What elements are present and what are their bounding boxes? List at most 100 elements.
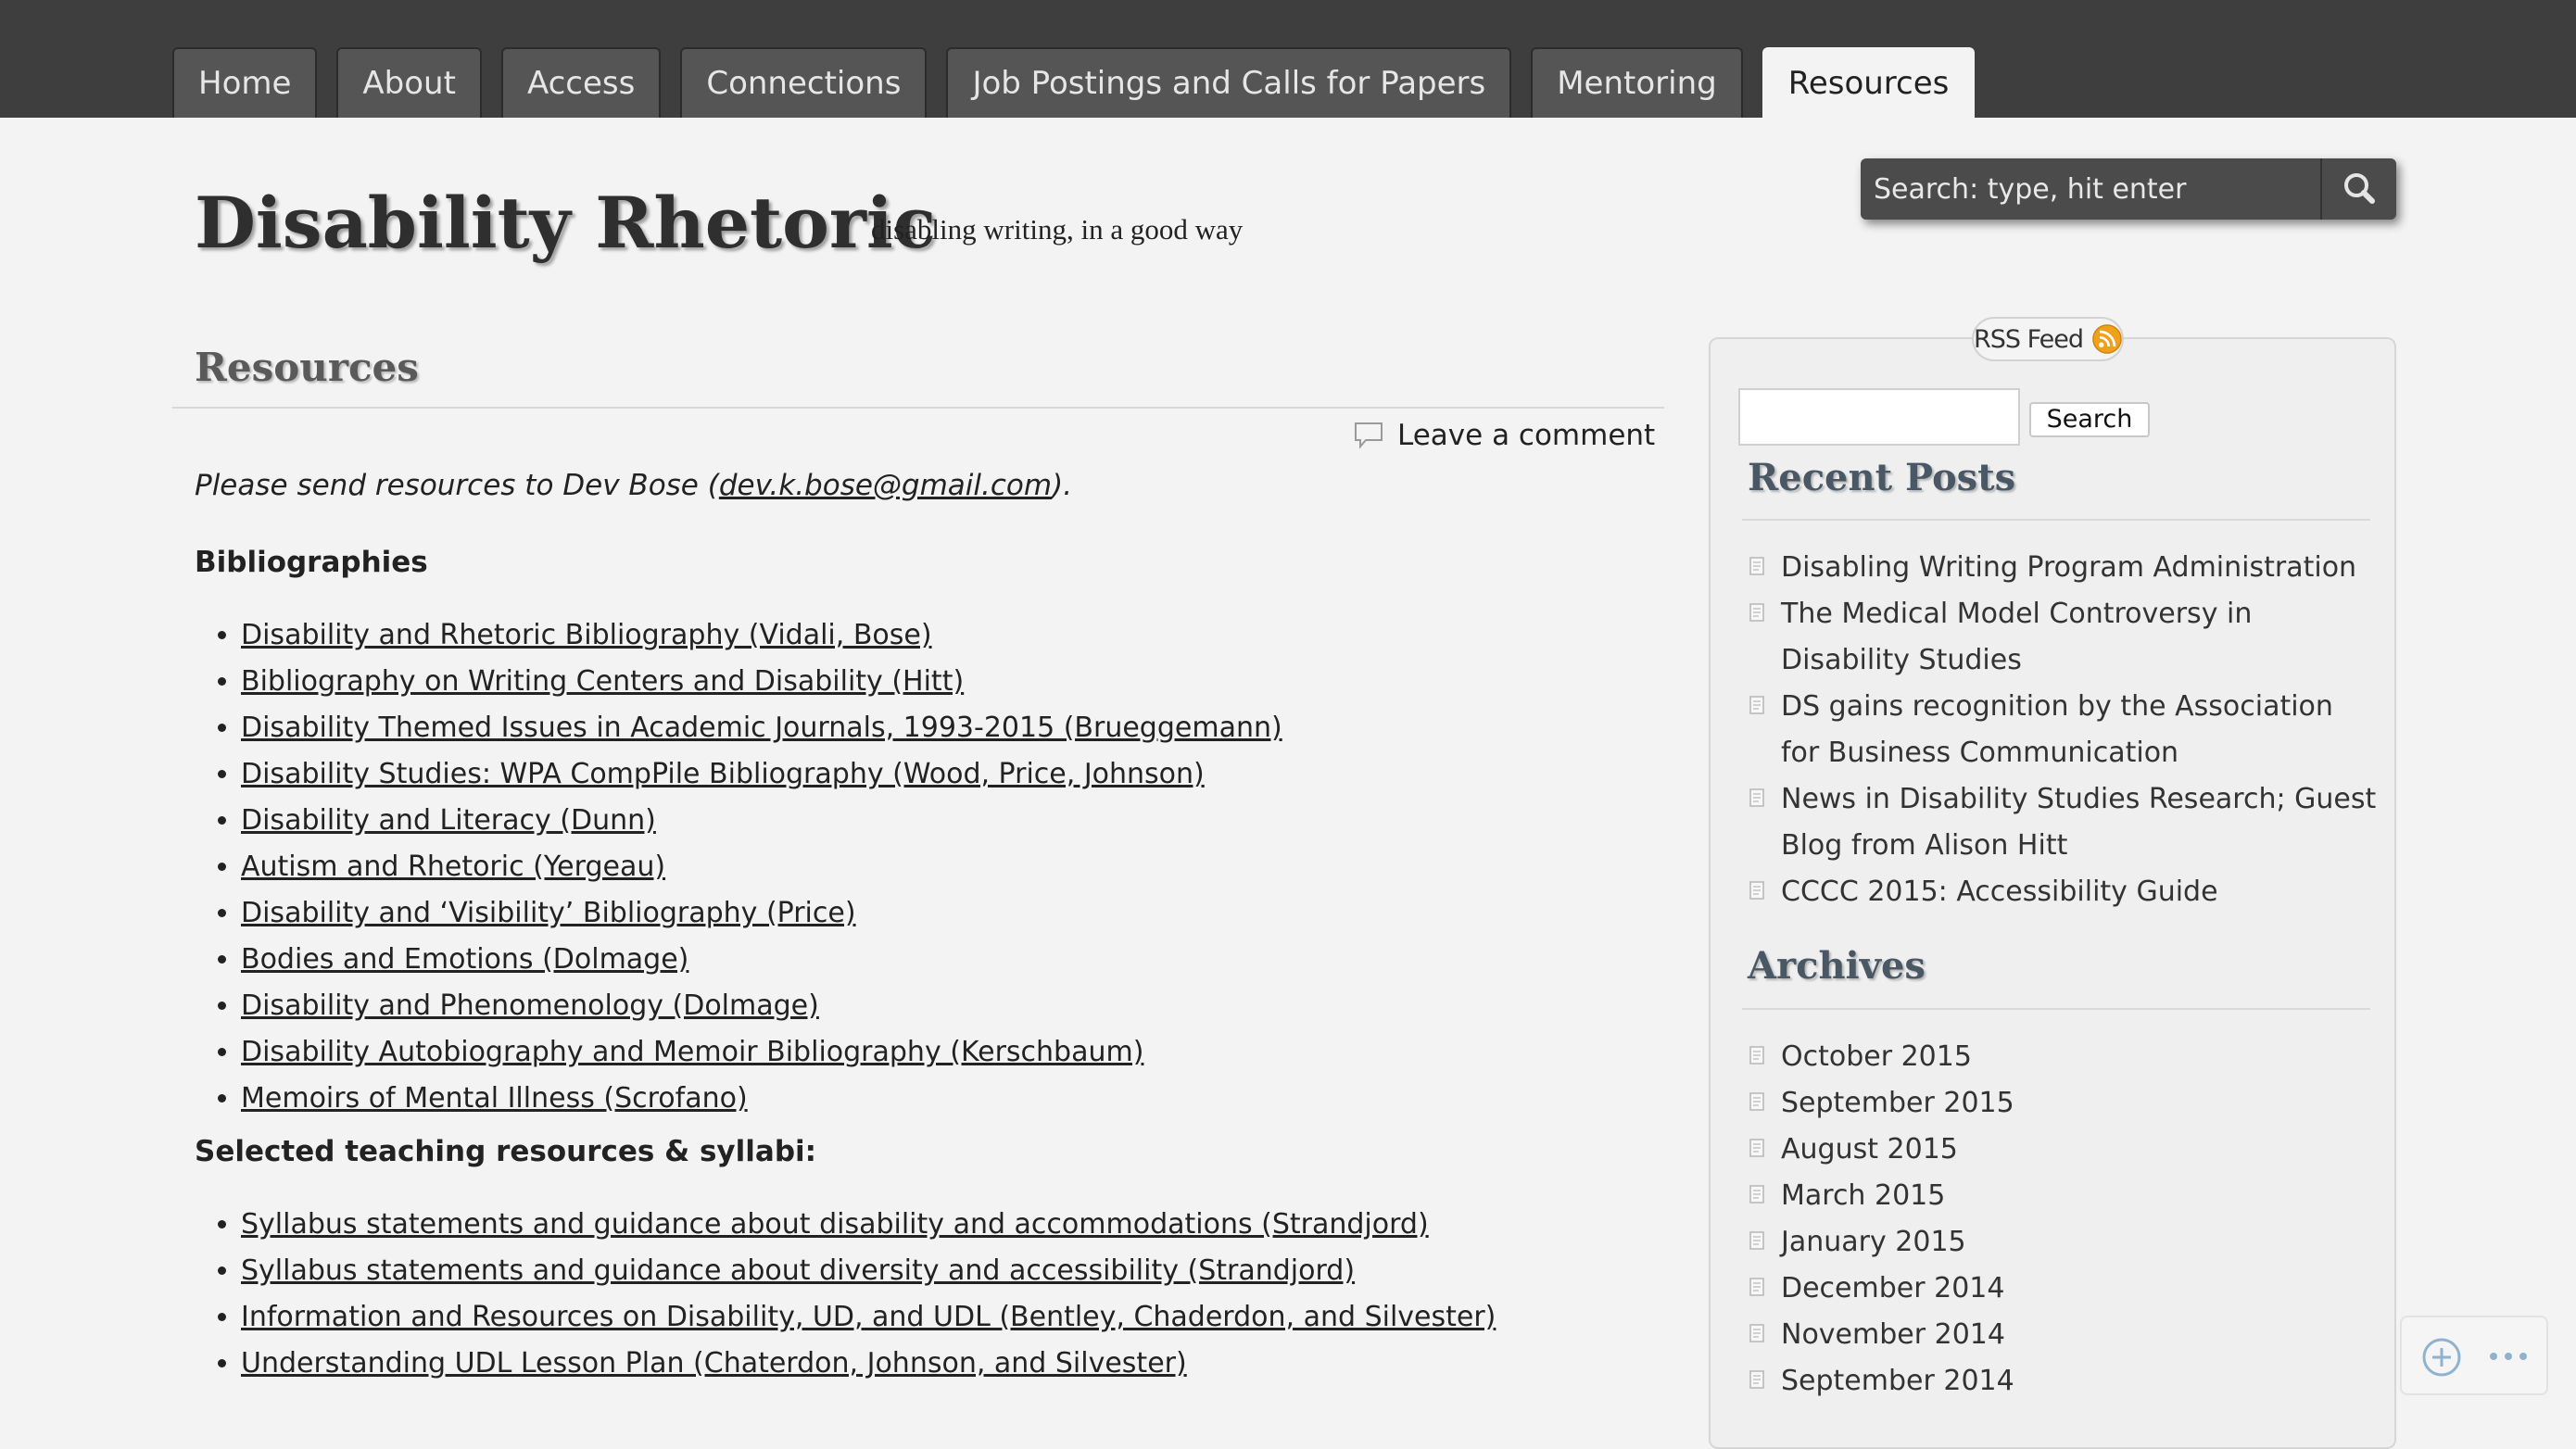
archive-month-link[interactable]: January 2015 [1781, 1226, 1966, 1258]
list-item: March 2015 [1748, 1173, 2378, 1219]
document-bullet-icon [1749, 881, 1764, 900]
document-bullet-icon [1749, 696, 1764, 714]
sidebar-search-input[interactable] [1738, 388, 2020, 446]
teaching-resource-link[interactable]: Syllabus statements and guidance about d… [241, 1208, 1429, 1241]
list-item: Bodies and Emotions (Dolmage) [241, 937, 1640, 983]
site-title[interactable]: Disability Rhetoric [195, 182, 936, 264]
teaching-resource-link[interactable]: Syllabus statements and guidance about d… [241, 1254, 1355, 1287]
tab-job-postings[interactable]: Job Postings and Calls for Papers [946, 47, 1512, 118]
recent-post-link[interactable]: Disabling Writing Program Administration [1781, 551, 2356, 584]
recent-posts-title: Recent Posts [1748, 456, 2016, 499]
list-item: The Medical Model Controversy in Disabil… [1748, 591, 2378, 684]
bibliography-link[interactable]: Disability Autobiography and Memoir Bibl… [241, 1036, 1143, 1068]
page-content: Please send resources to Dev Bose (dev.k… [195, 463, 1640, 1387]
tab-about[interactable]: About [336, 47, 482, 118]
tab-connections[interactable]: Connections [680, 47, 928, 118]
intro-prefix: Please send resources to Dev Bose ( [195, 469, 719, 502]
site-tagline: disabling writing, in a good way [871, 213, 1244, 246]
list-item: Bibliography on Writing Centers and Disa… [241, 659, 1640, 705]
bibliographies-heading: Bibliographies [195, 546, 428, 579]
bibliography-link[interactable]: Disability and Rhetoric Bibliography (Vi… [241, 619, 932, 651]
teaching-resource-link[interactable]: Information and Resources on Disability,… [241, 1301, 1496, 1333]
rss-feed-link[interactable]: RSS Feed [1972, 317, 2124, 361]
list-item: Disability and Phenomenology (Dolmage) [241, 983, 1640, 1029]
list-item: Disability Studies: WPA CompPile Bibliog… [241, 751, 1640, 798]
tab-resources[interactable]: Resources [1762, 47, 1976, 118]
document-bullet-icon [1749, 1046, 1764, 1065]
recent-post-link[interactable]: CCCC 2015: Accessibility Guide [1781, 876, 2218, 908]
tab-home[interactable]: Home [172, 47, 318, 118]
archive-month-link[interactable]: September 2015 [1781, 1087, 2014, 1119]
bibliography-link[interactable]: Disability Studies: WPA CompPile Bibliog… [241, 758, 1205, 790]
header-search-button[interactable] [2320, 158, 2396, 220]
bibliography-link[interactable]: Bibliography on Writing Centers and Disa… [241, 665, 964, 698]
bibliography-link[interactable]: Bodies and Emotions (Dolmage) [241, 943, 688, 976]
bibliography-link[interactable]: Autism and Rhetoric (Yergeau) [241, 850, 665, 883]
bibliography-link[interactable]: Disability and ‘Visibility’ Bibliography… [241, 897, 856, 929]
floating-action-bar [2400, 1316, 2548, 1395]
more-options-icon[interactable] [2485, 1338, 2532, 1375]
archive-month-link[interactable]: August 2015 [1781, 1133, 1958, 1166]
list-item: December 2014 [1748, 1266, 2378, 1312]
archive-month-link[interactable]: September 2014 [1781, 1365, 2014, 1397]
comment-bubble-icon [1355, 422, 1383, 449]
list-item: Disability Autobiography and Memoir Bibl… [241, 1029, 1640, 1076]
tab-access[interactable]: Access [500, 47, 662, 118]
document-bullet-icon [1749, 1370, 1764, 1389]
recent-post-link[interactable]: The Medical Model Controversy in Disabil… [1781, 598, 2252, 676]
leave-comment-label: Leave a comment [1397, 419, 1656, 452]
list-item: Disabling Writing Program Administration [1748, 545, 2378, 591]
document-bullet-icon [1749, 788, 1764, 807]
contact-email-link[interactable]: dev.k.bose@gmail.com [719, 469, 1052, 502]
list-item: Disability and ‘Visibility’ Bibliography… [241, 890, 1640, 937]
document-bullet-icon [1749, 1278, 1764, 1296]
recent-post-link[interactable]: DS gains recognition by the Association … [1781, 690, 2333, 769]
title-divider [172, 407, 1664, 409]
add-circle-icon[interactable] [2420, 1336, 2463, 1379]
document-bullet-icon [1749, 1324, 1764, 1342]
list-item: Disability and Literacy (Dunn) [241, 798, 1640, 844]
teaching-resource-link[interactable]: Understanding UDL Lesson Plan (Chaterdon… [241, 1347, 1187, 1380]
list-item: News in Disability Studies Research; Gue… [1748, 776, 2378, 869]
recent-posts-list: Disabling Writing Program Administration… [1748, 545, 2378, 915]
rss-icon [2092, 324, 2122, 354]
archives-title: Archives [1748, 944, 1926, 988]
leave-comment-link[interactable]: Leave a comment [1353, 417, 1655, 454]
list-item: October 2015 [1748, 1034, 2378, 1080]
bibliography-link[interactable]: Disability and Phenomenology (Dolmage) [241, 989, 819, 1022]
header-search-box [1861, 158, 2396, 220]
archive-month-link[interactable]: March 2015 [1781, 1179, 1945, 1212]
page-title: Resources [195, 345, 419, 390]
list-item: August 2015 [1748, 1127, 2378, 1173]
recent-post-link[interactable]: News in Disability Studies Research; Gue… [1781, 783, 2376, 862]
document-bullet-icon [1749, 1139, 1764, 1157]
list-item: January 2015 [1748, 1219, 2378, 1266]
tab-mentoring[interactable]: Mentoring [1531, 47, 1743, 118]
bibliography-link[interactable]: Disability Themed Issues in Academic Jou… [241, 712, 1282, 744]
recent-posts-divider [1742, 519, 2370, 521]
archive-month-link[interactable]: November 2014 [1781, 1318, 2005, 1351]
main-nav: Home About Access Connections Job Postin… [172, 47, 1994, 118]
intro-text: Please send resources to Dev Bose (dev.k… [195, 463, 1640, 508]
archive-month-link[interactable]: October 2015 [1781, 1040, 1972, 1073]
header-search-input[interactable] [1861, 158, 2320, 220]
rss-feed-label: RSS Feed [1974, 324, 2084, 354]
document-bullet-icon [1749, 1231, 1764, 1250]
search-icon [2344, 173, 2375, 204]
list-item: Syllabus statements and guidance about d… [241, 1202, 1640, 1248]
sidebar-search-button[interactable]: Search [2029, 402, 2150, 437]
teaching-resources-heading: Selected teaching resources & syllabi: [195, 1135, 817, 1168]
list-item: Autism and Rhetoric (Yergeau) [241, 844, 1640, 890]
bibliography-link[interactable]: Disability and Literacy (Dunn) [241, 804, 656, 837]
list-item: Disability Themed Issues in Academic Jou… [241, 705, 1640, 751]
list-item: September 2015 [1748, 1080, 2378, 1127]
list-item: Understanding UDL Lesson Plan (Chaterdon… [241, 1341, 1640, 1387]
archive-month-link[interactable]: December 2014 [1781, 1272, 2004, 1304]
archives-list: October 2015 September 2015 August 2015 Mar… [1748, 1034, 2378, 1405]
bibliography-link[interactable]: Memoirs of Mental Illness (Scrofano) [241, 1082, 748, 1115]
list-item: DS gains recognition by the Association … [1748, 684, 2378, 776]
list-item: Disability and Rhetoric Bibliography (Vi… [241, 612, 1640, 659]
intro-suffix: ). [1052, 469, 1073, 502]
list-item: Information and Resources on Disability,… [241, 1294, 1640, 1341]
list-item: September 2014 [1748, 1358, 2378, 1405]
